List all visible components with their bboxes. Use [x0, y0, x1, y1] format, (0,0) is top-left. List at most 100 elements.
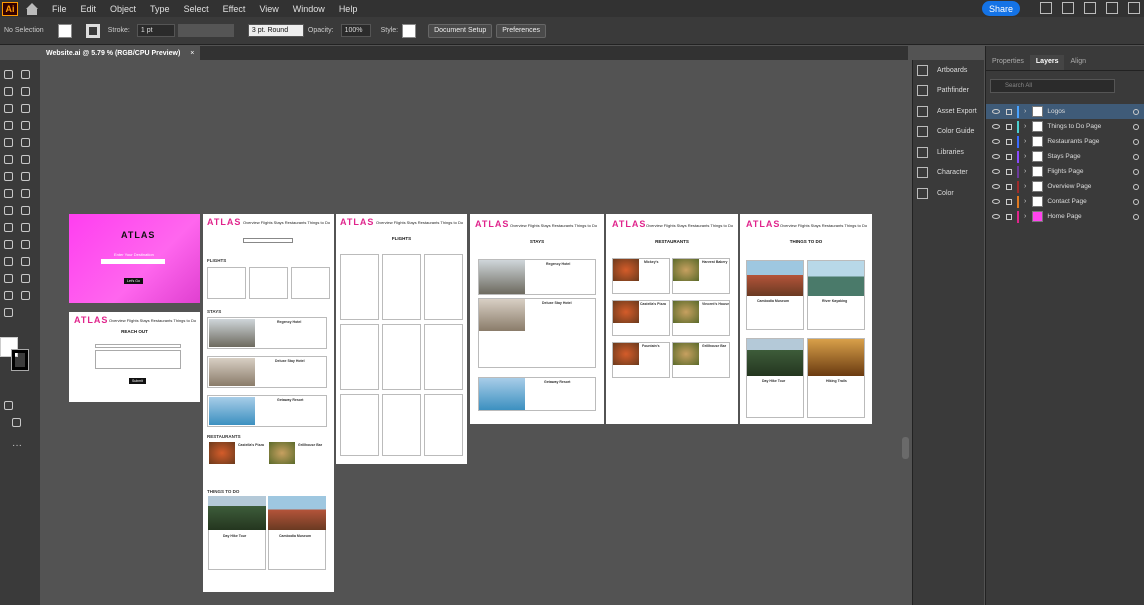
variable-width-dropdown[interactable] [177, 24, 234, 37]
dock-artboards[interactable]: Artboards [917, 63, 967, 77]
stroke-swatch[interactable] [85, 23, 100, 38]
lock-icon[interactable] [1006, 153, 1012, 160]
line-tool-icon[interactable] [21, 121, 30, 130]
menu-view[interactable]: View [259, 4, 278, 14]
dock-color[interactable]: Color [917, 186, 954, 200]
canvas-scrollbar[interactable] [902, 437, 909, 459]
target-icon[interactable] [1133, 213, 1139, 220]
dock-pathfinder[interactable]: Pathfinder [917, 83, 969, 97]
search-icon[interactable] [1040, 2, 1052, 14]
target-icon[interactable] [1133, 108, 1139, 115]
menu-type[interactable]: Type [150, 4, 170, 14]
perspective-tool-icon[interactable] [21, 206, 30, 215]
home-icon[interactable] [26, 2, 38, 15]
stroke-weight-input[interactable]: 1 pt [136, 24, 175, 37]
layer-row[interactable]: › Stays Page [986, 149, 1144, 164]
dock-character[interactable]: Character [917, 165, 968, 179]
layer-row[interactable]: › Overview Page [986, 179, 1144, 194]
more-tools-icon[interactable]: ··· [12, 440, 22, 451]
rotate-tool-icon[interactable] [4, 172, 13, 181]
target-icon[interactable] [1133, 123, 1139, 130]
screen-mode-icon[interactable] [12, 418, 21, 427]
artboard-things-to-do[interactable]: ATLAS Overview Flights Stays Restaurants… [740, 214, 872, 424]
close-tab-icon[interactable]: × [190, 50, 194, 57]
chevron-right-icon[interactable]: › [1024, 183, 1026, 190]
lock-icon[interactable] [1006, 123, 1012, 130]
free-transform-tool-icon[interactable] [21, 189, 30, 198]
artboard-tool-icon[interactable] [4, 274, 13, 283]
shaper-tool-icon[interactable] [4, 155, 13, 164]
chevron-right-icon[interactable]: › [1024, 138, 1026, 145]
maximize-icon[interactable] [1128, 2, 1140, 14]
chevron-right-icon[interactable]: › [1024, 153, 1026, 160]
scale-tool-icon[interactable] [21, 172, 30, 181]
visibility-icon[interactable] [992, 199, 1000, 204]
layer-row[interactable]: › Logos [986, 104, 1144, 119]
canvas[interactable]: ATLAS Enter Your Destination Let's Go AT… [40, 60, 909, 605]
fill-swatch[interactable] [57, 23, 72, 38]
chevron-right-icon[interactable]: › [1024, 108, 1026, 115]
lock-icon[interactable] [1006, 168, 1012, 175]
layer-row[interactable]: › Flights Page [986, 164, 1144, 179]
stroke-color-icon[interactable] [11, 349, 29, 371]
zoom-tool-icon[interactable] [21, 291, 30, 300]
menu-help[interactable]: Help [339, 4, 358, 14]
menu-edit[interactable]: Edit [81, 4, 97, 14]
chevron-right-icon[interactable]: › [1024, 213, 1026, 220]
artboard-contact[interactable]: ATLAS Overview Flights Stays Restaurants… [69, 312, 200, 402]
menu-window[interactable]: Window [293, 4, 325, 14]
artboard-home[interactable]: ATLAS Enter Your Destination Let's Go [69, 214, 200, 303]
visibility-icon[interactable] [992, 124, 1000, 129]
tab-layers[interactable]: Layers [1029, 55, 1065, 70]
dock-color-guide[interactable]: Color Guide [917, 124, 974, 138]
symbol-sprayer-tool-icon[interactable] [4, 257, 13, 266]
menu-file[interactable]: File [52, 4, 67, 14]
draw-mode-icon[interactable] [4, 401, 13, 410]
menu-object[interactable]: Object [110, 4, 136, 14]
menu-select[interactable]: Select [184, 4, 209, 14]
paintbrush-tool-icon[interactable] [21, 138, 30, 147]
layers-search-input[interactable]: Search All [990, 79, 1115, 93]
target-icon[interactable] [1133, 138, 1139, 145]
workspace-icon[interactable] [1084, 2, 1096, 14]
target-icon[interactable] [1133, 198, 1139, 205]
lock-icon[interactable] [1006, 108, 1012, 115]
arrange-icon[interactable] [1062, 2, 1074, 14]
menu-effect[interactable]: Effect [223, 4, 246, 14]
layer-row[interactable]: › Home Page [986, 209, 1144, 224]
document-setup-button[interactable]: Document Setup [428, 23, 493, 38]
chevron-right-icon[interactable]: › [1024, 198, 1026, 205]
visibility-icon[interactable] [992, 169, 1000, 174]
style-swatch[interactable] [402, 23, 417, 38]
artboard-flights[interactable]: ATLAS Overview Flights Stays Restaurants… [336, 214, 467, 464]
eraser-tool-icon[interactable] [21, 155, 30, 164]
blend-tool-icon[interactable] [21, 240, 30, 249]
lock-icon[interactable] [1006, 183, 1012, 190]
layer-row[interactable]: › Contact Page [986, 194, 1144, 209]
lock-icon[interactable] [1006, 138, 1012, 145]
document-tab[interactable]: Website.ai @ 5.79 % (RGB/CPU Preview) × [40, 46, 201, 60]
brush-dropdown[interactable]: 3 pt. Round [247, 24, 304, 37]
target-icon[interactable] [1133, 183, 1139, 190]
tab-properties[interactable]: Properties [986, 55, 1030, 70]
layer-row[interactable]: › Restaurants Page [986, 134, 1144, 149]
opacity-input[interactable]: 100% [340, 24, 371, 37]
visibility-icon[interactable] [992, 184, 1000, 189]
curvature-tool-icon[interactable] [21, 104, 30, 113]
width-tool-icon[interactable] [4, 189, 13, 198]
lock-icon[interactable] [1006, 213, 1012, 220]
selection-tool-icon[interactable] [4, 70, 13, 79]
slice-tool-icon[interactable] [21, 274, 30, 283]
preferences-button[interactable]: Preferences [496, 23, 546, 38]
direct-selection-tool-icon[interactable] [21, 70, 30, 79]
lock-icon[interactable] [1006, 198, 1012, 205]
visibility-icon[interactable] [992, 109, 1000, 114]
magic-wand-tool-icon[interactable] [4, 87, 13, 96]
tab-align[interactable]: Align [1064, 55, 1092, 70]
visibility-icon[interactable] [992, 214, 1000, 219]
artboard-overview[interactable]: ATLAS Overview Flights Stays Restaurants… [203, 214, 334, 592]
chevron-right-icon[interactable]: › [1024, 168, 1026, 175]
lasso-tool-icon[interactable] [21, 87, 30, 96]
visibility-icon[interactable] [992, 139, 1000, 144]
layer-row[interactable]: › Things to Do Page [986, 119, 1144, 134]
